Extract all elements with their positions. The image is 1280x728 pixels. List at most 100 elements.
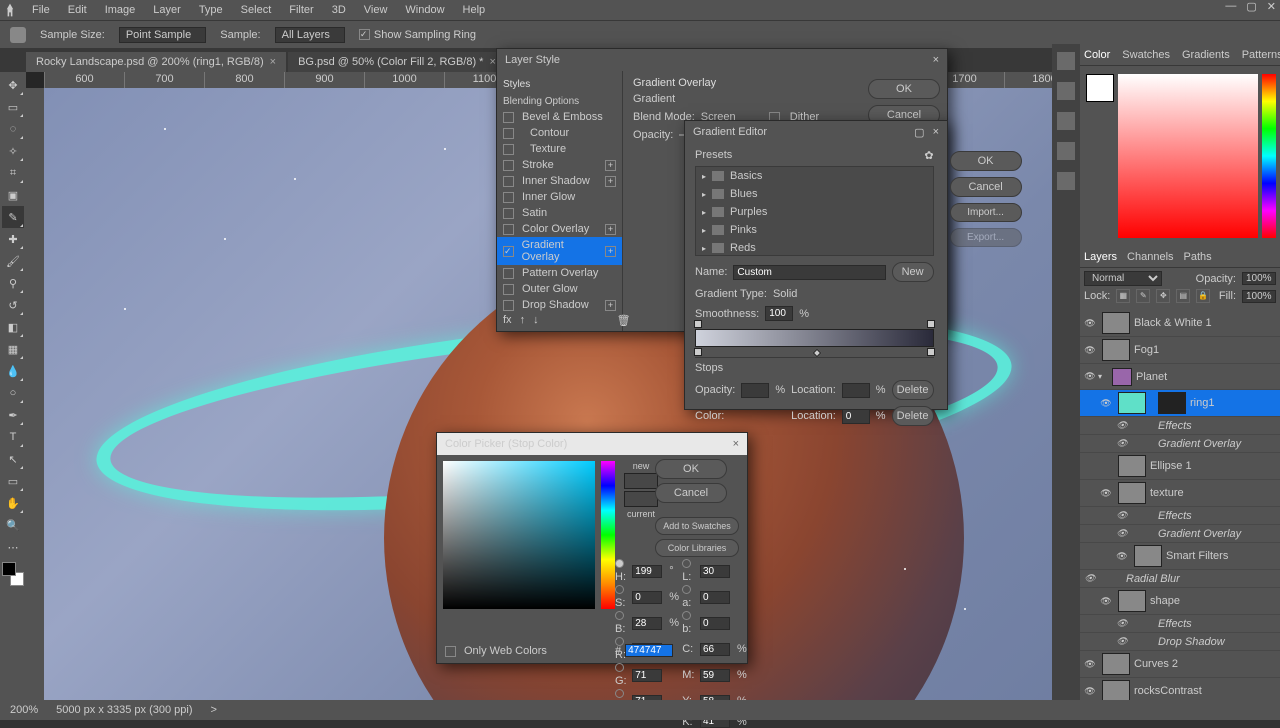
ok-button[interactable]: OK: [950, 151, 1022, 171]
visibility-icon[interactable]: [1114, 618, 1130, 629]
visibility-icon[interactable]: [1114, 510, 1130, 521]
type-tool[interactable]: T: [2, 426, 24, 448]
preset-folder[interactable]: ▸Reds: [696, 239, 933, 256]
menu-file[interactable]: File: [24, 2, 58, 18]
style-item[interactable]: Stroke+: [497, 157, 622, 173]
style-item[interactable]: Drop Shadow+: [497, 297, 622, 313]
delete-button[interactable]: Delete: [892, 406, 934, 426]
b2-input[interactable]: [700, 617, 730, 630]
visibility-icon[interactable]: [1114, 420, 1130, 431]
hue-slider[interactable]: [601, 461, 615, 609]
b2-radio[interactable]: [682, 611, 691, 620]
menu-help[interactable]: Help: [455, 2, 494, 18]
visibility-icon[interactable]: [1098, 596, 1114, 607]
style-item[interactable]: Pattern Overlay: [497, 265, 622, 281]
export-button[interactable]: Export...: [950, 228, 1022, 247]
add-icon[interactable]: +: [605, 246, 616, 257]
lock[interactable]: 🔒: [1196, 289, 1210, 303]
layer-row[interactable]: ▾Planet: [1080, 364, 1280, 390]
style-item[interactable]: Gradient Overlay+: [497, 237, 622, 265]
style-item[interactable]: Inner Shadow+: [497, 173, 622, 189]
import-button[interactable]: Import...: [950, 203, 1022, 222]
style-checkbox[interactable]: [503, 192, 514, 203]
presets-list[interactable]: ▸Basics▸Blues▸Purples▸Pinks▸Reds: [695, 166, 934, 256]
path-tool[interactable]: ↖: [2, 448, 24, 470]
menu-filter[interactable]: Filter: [281, 2, 321, 18]
menu-image[interactable]: Image: [97, 2, 144, 18]
eyedropper-tool[interactable]: ✎: [2, 206, 24, 228]
style-checkbox[interactable]: [503, 112, 514, 123]
smoothness-input[interactable]: [765, 306, 793, 321]
visibility-icon[interactable]: [1082, 686, 1098, 697]
add-icon[interactable]: +: [605, 224, 616, 235]
frame-tool[interactable]: ▣: [2, 184, 24, 206]
close-icon[interactable]: ×: [933, 126, 939, 138]
style-item[interactable]: Outer Glow: [497, 281, 622, 297]
stamp-tool[interactable]: ⚲: [2, 272, 24, 294]
blur-tool[interactable]: 💧: [2, 360, 24, 382]
add-swatches-button[interactable]: Add to Swatches: [655, 517, 739, 535]
brush-tool[interactable]: 🖌: [2, 250, 24, 272]
menu-layer[interactable]: Layer: [145, 2, 189, 18]
hand-tool[interactable]: ✋: [2, 492, 24, 514]
visibility-icon[interactable]: [1114, 551, 1130, 562]
visibility-icon[interactable]: [1082, 371, 1098, 382]
dodge-tool[interactable]: ○: [2, 382, 24, 404]
layer-row[interactable]: Fog1: [1080, 337, 1280, 364]
folder-arrow-icon[interactable]: ▸: [702, 226, 706, 235]
show-sampling-ring[interactable]: Show Sampling Ring: [359, 29, 476, 41]
layer-row[interactable]: Gradient Overlay: [1080, 435, 1280, 453]
color-panel[interactable]: [1080, 66, 1280, 246]
style-checkbox[interactable]: [503, 208, 514, 219]
h-input[interactable]: [632, 565, 662, 578]
layer-row[interactable]: ring1: [1080, 390, 1280, 417]
current-color-swatch[interactable]: [624, 491, 658, 507]
home-button[interactable]: [6, 2, 22, 18]
layer-row[interactable]: Curves 2: [1080, 651, 1280, 678]
fill-input[interactable]: [1242, 290, 1276, 303]
minimize-icon[interactable]: —: [1225, 0, 1236, 13]
menu-window[interactable]: Window: [397, 2, 452, 18]
tab-swatches[interactable]: Swatches: [1122, 49, 1170, 61]
move-tool[interactable]: ✥: [2, 74, 24, 96]
visibility-icon[interactable]: [1114, 528, 1130, 539]
stop-color[interactable]: [730, 409, 758, 423]
eraser-tool[interactable]: ◧: [2, 316, 24, 338]
lasso-tool[interactable]: ◌: [2, 118, 24, 140]
blend-mode-select[interactable]: Normal: [1084, 271, 1162, 286]
hex-input[interactable]: [625, 644, 673, 657]
visibility-icon[interactable]: [1098, 398, 1114, 409]
visibility-icon[interactable]: [1098, 488, 1114, 499]
tab-gradients[interactable]: Gradients: [1182, 49, 1230, 61]
close-icon[interactable]: ✕: [1267, 0, 1276, 13]
close-tab-icon[interactable]: ×: [489, 56, 495, 68]
layer-row[interactable]: Effects: [1080, 507, 1280, 525]
history-brush-tool[interactable]: ↺: [2, 294, 24, 316]
color-stop[interactable]: [694, 348, 702, 356]
current-tool-icon[interactable]: [10, 27, 26, 43]
color-swatches[interactable]: [2, 562, 24, 586]
close-icon[interactable]: ×: [733, 438, 739, 450]
style-item[interactable]: Bevel & Emboss: [497, 109, 622, 125]
opacity-stop[interactable]: [927, 320, 935, 328]
menu-edit[interactable]: Edit: [60, 2, 95, 18]
style-checkbox[interactable]: [503, 160, 514, 171]
style-item[interactable]: Contour: [497, 125, 622, 141]
s-input[interactable]: [632, 591, 662, 604]
layer-row[interactable]: Smart Filters: [1080, 543, 1280, 570]
panel-icon[interactable]: [1057, 52, 1075, 70]
doc-tab-0[interactable]: Rocky Landscape.psd @ 200% (ring1, RGB/8…: [26, 52, 286, 72]
visibility-icon[interactable]: [1082, 318, 1098, 329]
opacity-input[interactable]: [1242, 272, 1276, 285]
folder-arrow-icon[interactable]: ▸: [702, 208, 706, 217]
preset-folder[interactable]: ▸Pinks: [696, 221, 933, 239]
b-radio[interactable]: [615, 611, 624, 620]
cancel-button[interactable]: Cancel: [950, 177, 1022, 197]
add-icon[interactable]: +: [605, 176, 616, 187]
add-icon[interactable]: +: [605, 300, 616, 311]
panel-icon[interactable]: [1057, 82, 1075, 100]
color-libraries-button[interactable]: Color Libraries: [655, 539, 739, 557]
new-button[interactable]: New: [892, 262, 934, 282]
panel-icon[interactable]: [1057, 112, 1075, 130]
zoom-level[interactable]: 200%: [10, 704, 38, 716]
